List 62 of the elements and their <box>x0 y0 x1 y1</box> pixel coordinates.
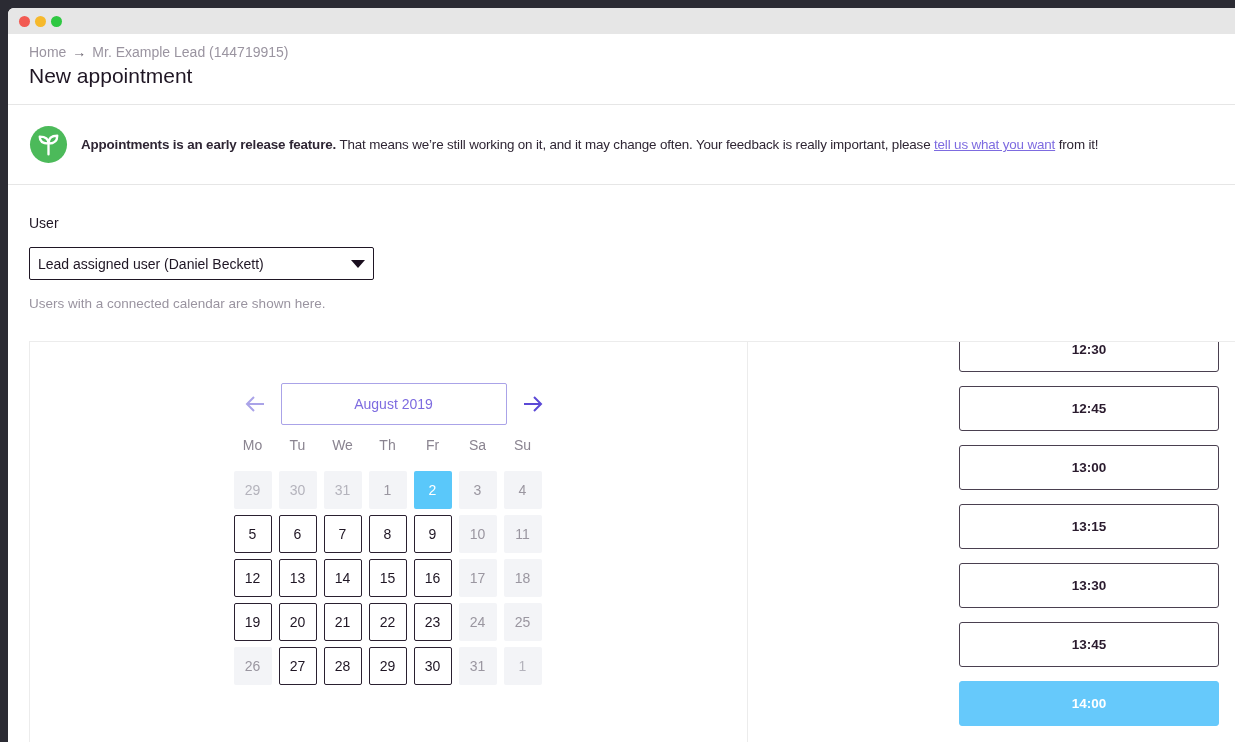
calendar-day[interactable]: 13 <box>278 559 317 597</box>
calendar-day[interactable]: 27 <box>278 647 317 685</box>
close-icon[interactable] <box>19 15 30 27</box>
page-title: New appointment <box>29 64 194 88</box>
sprout-icon <box>29 125 68 164</box>
weekday-label: Su <box>512 437 533 455</box>
calendar-day[interactable]: 22 <box>368 603 407 641</box>
calendar-day[interactable]: 15 <box>368 559 407 597</box>
calendar-day[interactable]: 19 <box>233 603 272 641</box>
calendar-day[interactable]: 8 <box>368 515 407 553</box>
weekday-label: Sa <box>467 437 488 455</box>
calendar-day: 31 <box>458 647 497 685</box>
month-label: August 2019 <box>280 383 507 425</box>
calendar-day: 25 <box>503 603 542 641</box>
field-label: User <box>29 215 60 231</box>
calendar-day[interactable]: 16 <box>413 559 452 597</box>
weekday-label: Th <box>378 437 397 455</box>
weekday-label: We <box>331 437 354 455</box>
minimize-icon[interactable] <box>35 15 46 27</box>
feedback-link[interactable]: tell us what you want <box>934 137 1056 152</box>
previous-arrow-icon[interactable] <box>243 395 266 413</box>
calendar-day[interactable]: 21 <box>323 603 362 641</box>
calendar-day: 1 <box>368 471 407 509</box>
maximize-icon[interactable] <box>51 15 62 27</box>
calendar-day[interactable]: 5 <box>233 515 272 553</box>
calendar-day: 1 <box>503 647 542 685</box>
calendar-day: 30 <box>278 471 317 509</box>
time-slot-button[interactable]: 13:00 <box>959 445 1219 490</box>
calendar-day: 18 <box>503 559 542 597</box>
weekday-label: Mo <box>241 437 264 455</box>
help-text: Users with a connected calendar are shown here. <box>29 296 327 311</box>
calendar-day[interactable]: 30 <box>413 647 452 685</box>
weekday-label: Tu <box>288 437 307 455</box>
calendar-day[interactable]: 6 <box>278 515 317 553</box>
calendar-day[interactable]: 20 <box>278 603 317 641</box>
next-arrow-icon[interactable] <box>521 395 544 413</box>
caret-icon <box>351 259 365 268</box>
time-slot-button[interactable]: 12:45 <box>959 386 1219 431</box>
calendar-day: 17 <box>458 559 497 597</box>
weekday-label: Fr <box>424 437 441 455</box>
calendar-day: 26 <box>233 647 272 685</box>
calendar-day[interactable]: 23 <box>413 603 452 641</box>
calendar-day[interactable]: 29 <box>368 647 407 685</box>
calendar-day: 11 <box>503 515 542 553</box>
calendar-day: 29 <box>233 471 272 509</box>
notice-text: Appointments is an early release feature. That means we’re still working on it, and it may change often. Your feedback is really important, please tell us what you want from it! <box>81 137 1099 152</box>
calendar-day: 4 <box>503 471 542 509</box>
user-dropdown[interactable]: Lead assigned user (Daniel Beckett) <box>29 247 374 280</box>
time-slot-button[interactable]: 12:30 <box>959 342 1219 372</box>
time-slot-button[interactable]: 13:45 <box>959 622 1219 667</box>
breadcrumb-separator: → <box>72 44 87 60</box>
calendar-day: 24 <box>458 603 497 641</box>
calendar-day[interactable]: 9 <box>413 515 452 553</box>
calendar-day: 3 <box>458 471 497 509</box>
time-slot-button[interactable]: 13:15 <box>959 504 1219 549</box>
calendar-day: 10 <box>458 515 497 553</box>
calendar-day: 31 <box>323 471 362 509</box>
calendar-day[interactable]: 14 <box>323 559 362 597</box>
time-slot-button[interactable]: 13:30 <box>959 563 1219 608</box>
calendar-day[interactable]: 28 <box>323 647 362 685</box>
calendar-day[interactable]: 12 <box>233 559 272 597</box>
calendar-day[interactable]: 7 <box>323 515 362 553</box>
